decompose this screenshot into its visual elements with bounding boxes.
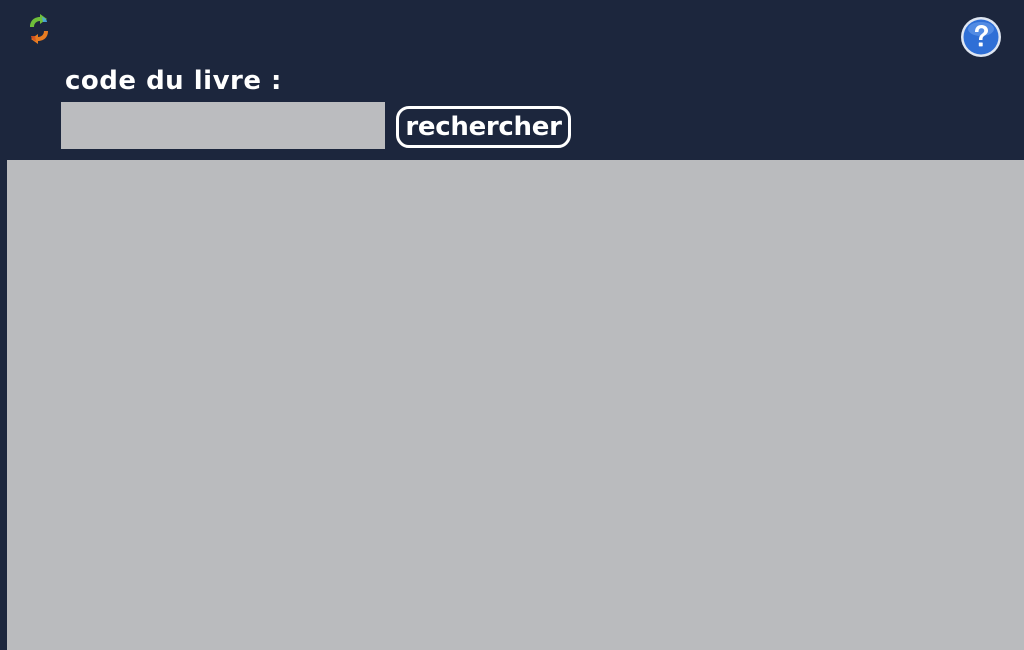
book-code-label: code du livre : <box>65 66 282 96</box>
help-button[interactable] <box>959 15 1003 59</box>
search-button[interactable]: rechercher <box>396 106 571 148</box>
refresh-button[interactable] <box>25 13 53 45</box>
book-code-input[interactable] <box>61 102 385 149</box>
refresh-icon <box>25 13 53 45</box>
app-window: code du livre : rechercher <box>0 0 1024 650</box>
results-panel <box>7 160 1024 650</box>
help-icon <box>959 15 1003 59</box>
